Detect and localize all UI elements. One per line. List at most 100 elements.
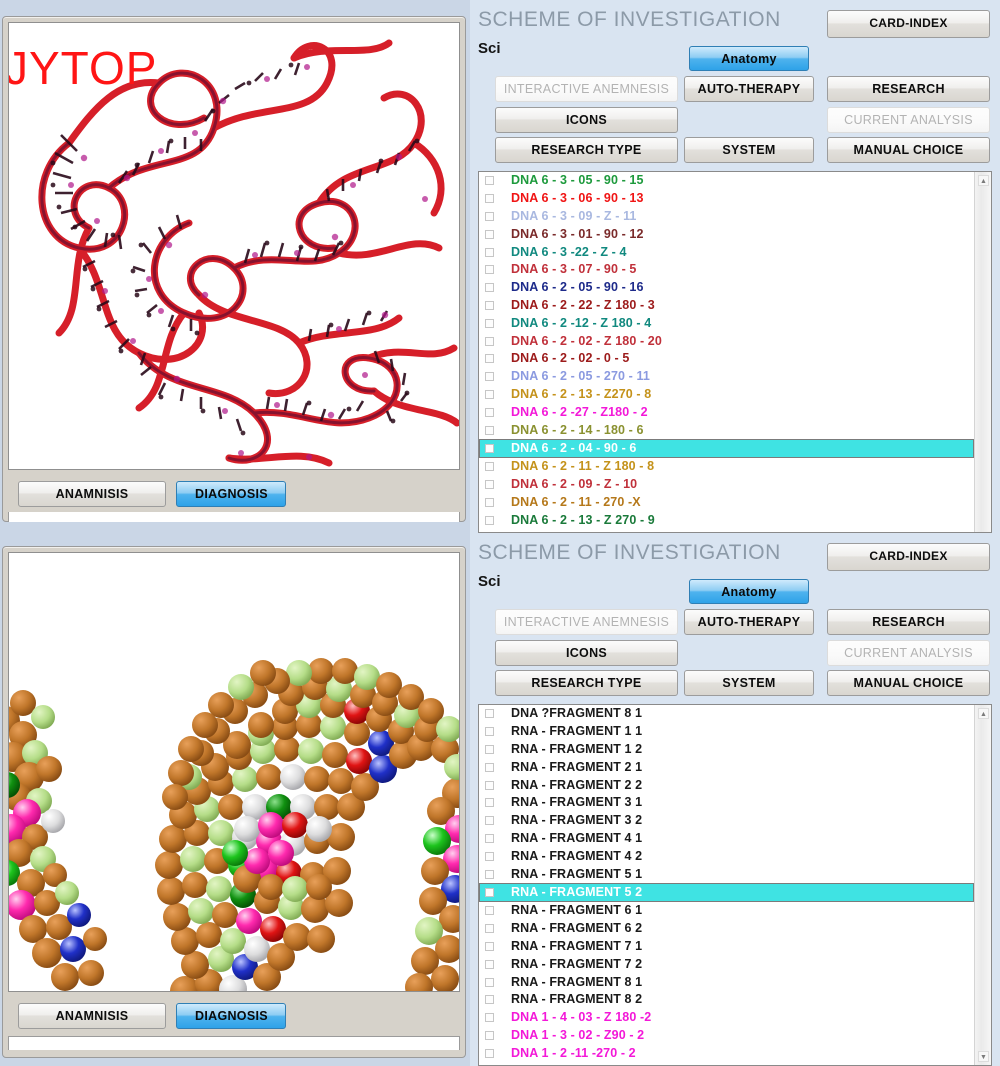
list-item[interactable]: RNA - FRAGMENT 2 2: [479, 776, 974, 794]
manual-choice-button-top[interactable]: MANUAL CHOICE: [827, 137, 990, 163]
list-item[interactable]: DNA 1 - 2 -11 -270 - 2: [479, 1044, 974, 1062]
checkbox-icon[interactable]: [485, 745, 494, 754]
list-item[interactable]: DNA 6 - 3 - 05 - 90 - 15: [479, 172, 974, 190]
current-analysis-button-top[interactable]: CURRENT ANALYSIS: [827, 107, 990, 133]
checkbox-icon[interactable]: [485, 960, 494, 969]
checkbox-icon[interactable]: [485, 870, 494, 879]
checkbox-icon[interactable]: [485, 498, 494, 507]
checkbox-icon[interactable]: [485, 354, 494, 363]
list-item[interactable]: RNA - FRAGMENT 5 2: [479, 883, 974, 902]
checkbox-icon[interactable]: [485, 516, 494, 525]
scroll-down-icon[interactable]: ▼: [978, 1051, 989, 1062]
list-item[interactable]: DNA 6 - 2 - 02 - Z 180 - 20: [479, 332, 974, 350]
checkbox-icon[interactable]: [485, 212, 494, 221]
checkbox-icon[interactable]: [485, 1013, 494, 1022]
list-item[interactable]: DNA 6 - 2 - 11 - Z 180 - 8: [479, 458, 974, 476]
list-item[interactable]: DNA 6 - 2 - 05 - 90 - 16: [479, 279, 974, 297]
system-button-bottom[interactable]: SYSTEM: [684, 670, 814, 696]
checkbox-icon[interactable]: [485, 978, 494, 987]
dna-list-scrollbar[interactable]: ▲: [974, 172, 991, 532]
checkbox-icon[interactable]: [485, 924, 494, 933]
research-button-top[interactable]: RESEARCH: [827, 76, 990, 102]
checkbox-icon[interactable]: [485, 995, 494, 1004]
list-item[interactable]: DNA 6 - 3 - 09 - Z - 11: [479, 208, 974, 226]
list-item[interactable]: DNA 6 - 3 -22 - Z - 4: [479, 243, 974, 261]
list-item[interactable]: RNA - FRAGMENT 3 2: [479, 812, 974, 830]
checkbox-icon[interactable]: [485, 1049, 494, 1058]
list-item[interactable]: DNA 6 - 3 - 01 - 90 - 12: [479, 225, 974, 243]
list-item[interactable]: RNA - FRAGMENT 8 2: [479, 991, 974, 1009]
list-item[interactable]: RNA - FRAGMENT 7 1: [479, 938, 974, 956]
current-analysis-button-bottom[interactable]: CURRENT ANALYSIS: [827, 640, 990, 666]
checkbox-icon[interactable]: [485, 337, 494, 346]
checkbox-icon[interactable]: [485, 265, 494, 274]
list-item[interactable]: DNA 6 - 3 - 07 - 90 - 5: [479, 261, 974, 279]
checkbox-icon[interactable]: [485, 888, 494, 897]
list-item[interactable]: RNA - FRAGMENT 7 2: [479, 955, 974, 973]
list-item[interactable]: RNA - FRAGMENT 6 1: [479, 902, 974, 920]
checkbox-icon[interactable]: [485, 462, 494, 471]
research-type-button-bottom[interactable]: RESEARCH TYPE: [495, 670, 678, 696]
anatomy-button-bottom[interactable]: Anatomy: [689, 579, 809, 604]
list-item[interactable]: DNA 6 - 2 - 09 - Z - 10: [479, 476, 974, 494]
checkbox-icon[interactable]: [485, 390, 494, 399]
research-button-bottom[interactable]: RESEARCH: [827, 609, 990, 635]
checkbox-icon[interactable]: [485, 301, 494, 310]
icons-button-bottom[interactable]: ICONS: [495, 640, 678, 666]
checkbox-icon[interactable]: [485, 727, 494, 736]
molecular-viewport[interactable]: [8, 552, 460, 992]
list-item[interactable]: DNA 6 - 2 - 04 - 90 - 6: [479, 439, 974, 458]
list-item[interactable]: RNA - FRAGMENT 3 1: [479, 794, 974, 812]
checkbox-icon[interactable]: [485, 176, 494, 185]
checkbox-icon[interactable]: [485, 408, 494, 417]
list-item[interactable]: DNA 6 - 2 - 13 - Z270 - 8: [479, 386, 974, 404]
checkbox-icon[interactable]: [485, 834, 494, 843]
research-type-button-top[interactable]: RESEARCH TYPE: [495, 137, 678, 163]
checkbox-icon[interactable]: [485, 942, 494, 951]
checkbox-icon[interactable]: [485, 426, 494, 435]
interactive-anemnesis-button-bottom[interactable]: INTERACTIVE ANEMNESIS: [495, 609, 678, 635]
list-item[interactable]: DNA 6 - 2 - 02 - 0 - 5: [479, 350, 974, 368]
checkbox-icon[interactable]: [485, 283, 494, 292]
checkbox-icon[interactable]: [485, 248, 494, 257]
checkbox-icon[interactable]: [485, 230, 494, 239]
diagnosis-button-top[interactable]: DIAGNOSIS: [176, 481, 286, 507]
checkbox-icon[interactable]: [485, 798, 494, 807]
anamnisis-button-bottom[interactable]: ANAMNISIS: [18, 1003, 166, 1029]
list-item[interactable]: RNA - FRAGMENT 1 1: [479, 723, 974, 741]
checkbox-icon[interactable]: [485, 444, 494, 453]
card-index-button-bottom[interactable]: CARD-INDEX: [827, 543, 990, 571]
list-item[interactable]: DNA 6 - 3 - 06 - 90 - 13: [479, 190, 974, 208]
list-item[interactable]: RNA - FRAGMENT 1 2: [479, 741, 974, 759]
list-item[interactable]: DNA ?FRAGMENT 8 1: [479, 705, 974, 723]
checkbox-icon[interactable]: [485, 319, 494, 328]
checkbox-icon[interactable]: [485, 781, 494, 790]
checkbox-icon[interactable]: [485, 763, 494, 772]
system-button-top[interactable]: SYSTEM: [684, 137, 814, 163]
anamnisis-button-top[interactable]: ANAMNISIS: [18, 481, 166, 507]
scroll-up-icon[interactable]: ▲: [978, 175, 989, 186]
rna-listbox[interactable]: DNA ?FRAGMENT 8 1RNA - FRAGMENT 1 1RNA -…: [478, 704, 992, 1066]
list-item[interactable]: DNA 1 - 4 - 03 - Z 180 -2: [479, 1009, 974, 1027]
list-item[interactable]: DNA 6 - 2 - 11 - 270 -X: [479, 494, 974, 512]
list-item[interactable]: RNA - FRAGMENT 2 1: [479, 758, 974, 776]
list-item[interactable]: RNA - FRAGMENT 4 2: [479, 847, 974, 865]
diagnosis-button-bottom[interactable]: DIAGNOSIS: [176, 1003, 286, 1029]
list-item[interactable]: RNA - FRAGMENT 5 1: [479, 865, 974, 883]
list-item[interactable]: DNA 6 - 2 -12 - Z 180 - 4: [479, 314, 974, 332]
checkbox-icon[interactable]: [485, 1031, 494, 1040]
checkbox-icon[interactable]: [485, 480, 494, 489]
checkbox-icon[interactable]: [485, 709, 494, 718]
list-item[interactable]: RNA - FRAGMENT 8 1: [479, 973, 974, 991]
list-item[interactable]: DNA 6 - 2 - 14 - 180 - 6: [479, 421, 974, 439]
icons-button-top[interactable]: ICONS: [495, 107, 678, 133]
auto-therapy-button-bottom[interactable]: AUTO-THERAPY: [684, 609, 814, 635]
checkbox-icon[interactable]: [485, 816, 494, 825]
list-item[interactable]: DNA 6 - 2 -27 - Z180 - 2: [479, 403, 974, 421]
interactive-anemnesis-button-top[interactable]: INTERACTIVE ANEMNESIS: [495, 76, 678, 102]
checkbox-icon[interactable]: [485, 906, 494, 915]
checkbox-icon[interactable]: [485, 372, 494, 381]
manual-choice-button-bottom[interactable]: MANUAL CHOICE: [827, 670, 990, 696]
scroll-up-icon[interactable]: ▲: [978, 708, 989, 719]
dna-strands-viewport[interactable]: JYTOP: [8, 22, 460, 470]
